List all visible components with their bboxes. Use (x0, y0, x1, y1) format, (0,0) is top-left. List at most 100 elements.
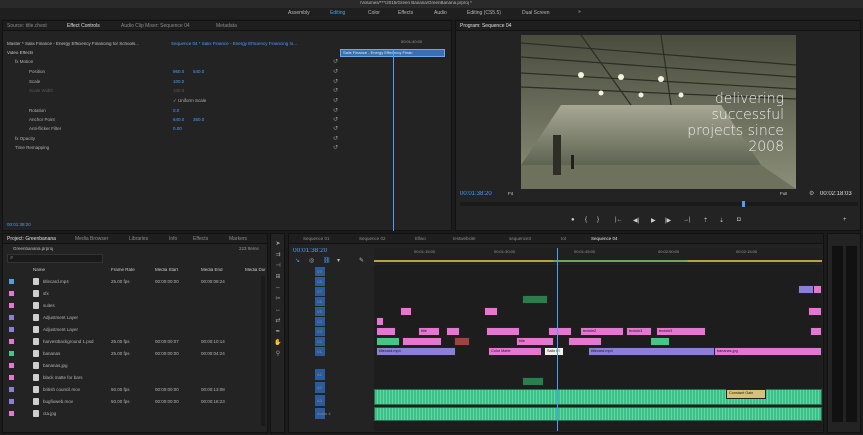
reset-icon[interactable]: ↺ (333, 68, 338, 75)
col-media-start[interactable]: Media Start (155, 268, 178, 273)
timeline-clip[interactable] (810, 327, 822, 336)
project-item-row[interactable]: harvestbackground 1.psd 25.00 fps 00:00:00… (7, 337, 261, 346)
timeline-clip[interactable]: title (516, 337, 554, 346)
workspace-effects[interactable]: Effects (398, 10, 413, 16)
timeline-clip[interactable]: Color Matte (488, 347, 542, 356)
ec-footer-timecode[interactable]: 00:01:38:20 (7, 223, 31, 228)
workspace-assembly[interactable]: Assembly (288, 10, 310, 16)
timeline-clip[interactable] (484, 307, 498, 316)
video-track-header[interactable]: V4 (289, 317, 374, 326)
anchor-y-value[interactable]: 360.0 (193, 117, 204, 122)
tab-sequence3[interactable]: sequence3 (509, 236, 531, 241)
timeline-clip[interactable]: titlecard.mp4 (588, 347, 716, 356)
audio-track-header[interactable]: Audio 4 (289, 408, 374, 419)
timeline-clip[interactable] (376, 337, 400, 346)
project-item-row[interactable]: cta.jpg (7, 409, 261, 418)
project-item-row[interactable]: bananas.jpg (7, 361, 261, 370)
razor-tool-icon[interactable]: ✂ (273, 295, 283, 304)
add-marker-icon[interactable]: ▾ (337, 257, 340, 264)
project-item-row[interactable]: british council.mov 50.00 fps 00:00:00:00 0… (7, 385, 261, 394)
position-x-value[interactable]: 960.0 (173, 69, 184, 74)
tab-tot[interactable]: tot (561, 236, 566, 241)
project-search-input[interactable]: ⌕ (7, 254, 103, 263)
video-track-header[interactable]: V8 (289, 277, 374, 286)
linked-selection-icon[interactable]: ⛓ (323, 257, 331, 264)
tab-program[interactable]: Program: Sequence 04 (460, 23, 511, 29)
extract-icon[interactable]: ⇣ (719, 217, 724, 224)
timeline-clip[interactable]: title (418, 327, 440, 336)
scale-value[interactable]: 100.0 (173, 79, 184, 84)
project-scrollbar[interactable] (261, 276, 265, 426)
label-color-swatch[interactable] (9, 363, 14, 368)
track-select-tool-icon[interactable]: ⇉ (273, 251, 283, 260)
label-color-swatch[interactable] (9, 315, 14, 320)
reset-icon[interactable]: ↺ (333, 97, 338, 104)
ripple-edit-tool-icon[interactable]: ⊣ (273, 262, 283, 271)
sequence-clip-breadcrumb[interactable]: Sequence 04 * Salix Finance - Energy Eff… (171, 42, 331, 47)
tab-sequence-02[interactable]: Sequence 02 (359, 236, 386, 241)
video-track-header[interactable]: V7 (289, 287, 374, 296)
project-item-row[interactable]: sfx (7, 289, 261, 298)
add-button-icon[interactable]: + (843, 217, 847, 223)
video-track-header[interactable]: V6 (289, 297, 374, 306)
marker-icon[interactable]: ● (571, 217, 575, 223)
label-color-swatch[interactable] (9, 411, 14, 416)
timeline-clip[interactable] (808, 307, 822, 316)
timeline-clip[interactable] (402, 337, 442, 346)
snap-icon[interactable]: ◎ (309, 257, 314, 264)
tab-sequence-04[interactable]: Sequence 04 (591, 236, 618, 241)
project-item-row[interactable]: bugfixweb.mov 50.00 fps 00:00:00:00 00:00:1… (7, 397, 261, 406)
project-item-row[interactable]: Adjustment Layer (7, 325, 261, 334)
tab-ellwo[interactable]: Ellwo (415, 236, 426, 241)
mark-in-icon[interactable]: { (585, 217, 587, 223)
label-color-swatch[interactable] (9, 303, 14, 308)
tab-testwebsite[interactable]: testwebsite (453, 236, 476, 241)
reset-icon[interactable]: ↺ (333, 116, 338, 123)
workspace-audio[interactable]: Audio (434, 10, 447, 16)
zoom-tool-icon[interactable]: ⚲ (273, 350, 283, 359)
reset-icon[interactable]: ↺ (333, 58, 338, 65)
program-video-frame[interactable]: delivering successful projects since 200… (521, 35, 796, 189)
anchor-x-value[interactable]: 640.0 (173, 117, 184, 122)
lift-icon[interactable]: ⇡ (703, 217, 708, 224)
video-track-header[interactable]: V5 (289, 307, 374, 316)
master-clip-breadcrumb[interactable]: Master * Salix Finance - Energy Efficien… (7, 42, 167, 47)
tab-media-browser[interactable]: Media Browser (75, 236, 108, 242)
timeline-clip[interactable] (376, 327, 396, 336)
wrench-icon[interactable]: ⚙ (809, 190, 814, 197)
uniform-scale-checkbox[interactable]: ✓ Uniform Scale (173, 98, 206, 104)
program-quality-dropdown[interactable]: Full (780, 192, 787, 197)
timeline-clip[interactable] (568, 337, 602, 346)
tab-effect-controls[interactable]: Effect Controls (67, 23, 100, 29)
go-to-out-icon[interactable]: →| (683, 217, 691, 223)
play-icon[interactable]: ▶ (651, 217, 656, 224)
project-item-row[interactable]: bananas 25.00 fps 00:00:00:00 00:00:04:24 (7, 349, 261, 358)
audio-track-header[interactable]: A2 (289, 382, 374, 393)
antiflicker-value[interactable]: 0.00 (173, 126, 182, 131)
hand-tool-icon[interactable]: ✋ (273, 339, 283, 348)
timeline-clip[interactable] (798, 285, 814, 294)
label-color-swatch[interactable] (9, 291, 14, 296)
timeline-clip[interactable] (522, 377, 544, 386)
col-media-duration[interactable]: Media Dur (245, 268, 266, 273)
program-playhead[interactable] (742, 201, 745, 207)
tab-metadata[interactable]: Metadata (216, 23, 237, 29)
timeline-playhead[interactable] (557, 248, 558, 431)
workspace-editing-cs55[interactable]: Editing (CS5.5) (467, 10, 501, 16)
tab-project[interactable]: Project: Greenbanana (7, 236, 56, 242)
timeline-settings-icon[interactable]: ✎ (359, 257, 364, 264)
timeline-clip[interactable]: bananas.jpg (714, 347, 822, 356)
timeline-clip[interactable]: Salix Fi (544, 347, 564, 356)
export-frame-icon[interactable]: ◘ (737, 217, 741, 223)
pen-tool-icon[interactable]: ✒ (273, 328, 283, 337)
col-frame-rate[interactable]: Frame Rate (111, 268, 135, 273)
video-track-header[interactable]: V1 (289, 347, 374, 356)
workspace-more-button[interactable]: » (578, 9, 581, 15)
project-item-row[interactable]: suites (7, 301, 261, 310)
reset-icon[interactable]: ↺ (333, 87, 338, 94)
timeline-clip[interactable] (400, 307, 412, 316)
video-track-header[interactable]: V9 (289, 267, 374, 276)
tab-info[interactable]: Info (169, 236, 177, 242)
audio-track-header[interactable]: A1 (289, 369, 374, 380)
video-track-header[interactable]: V3 (289, 327, 374, 336)
